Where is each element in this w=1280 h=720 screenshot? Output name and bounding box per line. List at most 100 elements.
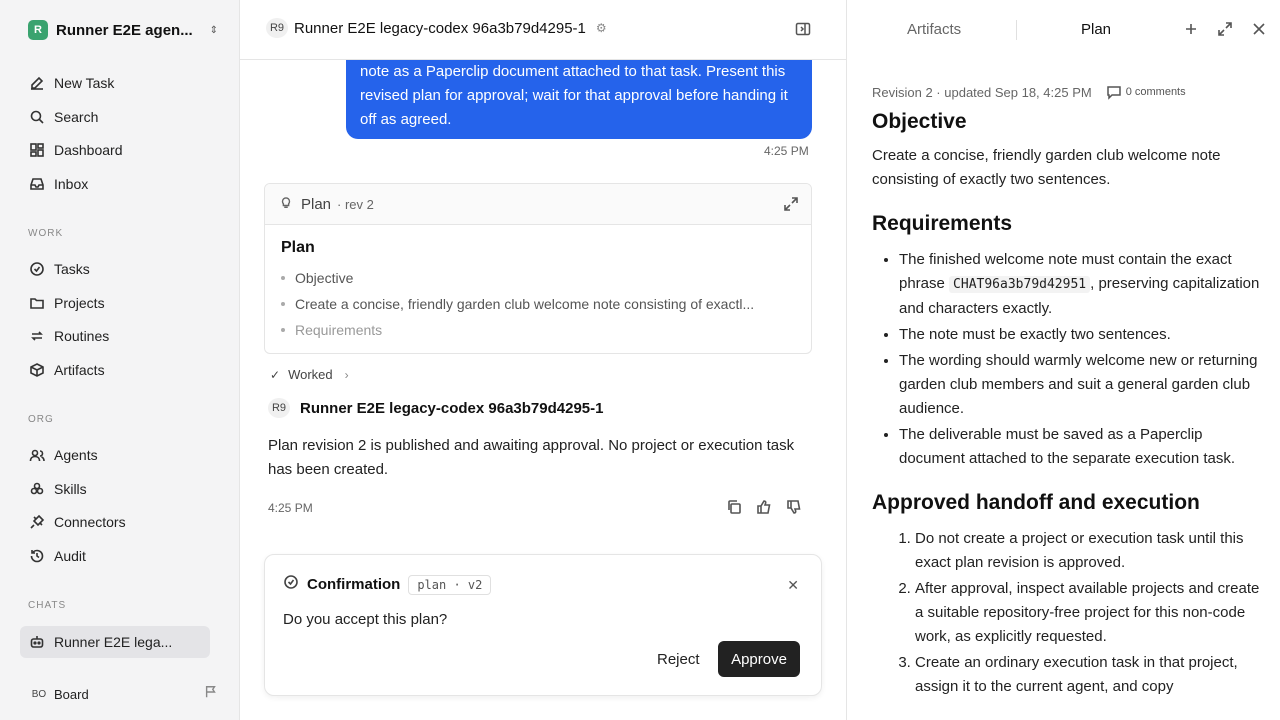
check-icon: ✓ <box>270 367 281 382</box>
thumbs-down-icon[interactable] <box>786 499 802 520</box>
approve-button[interactable]: Approve <box>718 641 800 677</box>
revision-info: Revision 2 · updated Sep 18, 4:25 PM <box>872 84 1092 100</box>
plan-panel: Artifacts Plan Revision 2 · updated Sep … <box>846 0 1280 720</box>
workspace-name: Runner E2E agen... <box>56 21 193 39</box>
requirement-item: The wording should warmly welcome new or… <box>899 349 1267 421</box>
sidebar-item-artifacts[interactable]: Artifacts <box>20 354 210 386</box>
board-name: Board <box>54 686 89 702</box>
sidebar-item-inbox[interactable]: Inbox <box>20 168 210 200</box>
sidebar-chat-item[interactable]: Runner E2E lega... <box>20 626 210 658</box>
chevron-updown-icon: ⇕ <box>209 24 218 36</box>
sidebar-item-new-task[interactable]: New Task <box>20 67 210 99</box>
handoff-step: After approval, inspect available projec… <box>915 577 1267 649</box>
message-timestamp: 4:25 PM <box>268 501 313 515</box>
sidebar-item-label: Projects <box>54 295 105 311</box>
plan-card-item: Create a concise, friendly garden club w… <box>281 291 795 317</box>
plug-icon <box>28 513 46 531</box>
agent-badge: R9 <box>266 18 288 38</box>
sidebar-item-label: Connectors <box>54 514 126 530</box>
plan-card-header: Plan · rev 2 <box>265 184 811 225</box>
tab-plan[interactable]: Plan <box>1081 21 1111 38</box>
panel-tabs: Artifacts Plan <box>847 0 1280 60</box>
sidebar-item-agents[interactable]: Agents <box>20 439 210 471</box>
plan-version-tag: plan · v2 <box>408 574 492 595</box>
agent-message: Plan revision 2 is published and awaitin… <box>268 437 795 478</box>
worked-label: Worked <box>288 367 333 382</box>
plan-card-heading: Plan <box>281 239 315 256</box>
close-icon[interactable]: ✕ <box>787 577 799 594</box>
sidebar-item-projects[interactable]: Projects <box>20 287 210 319</box>
sidebar: R Runner E2E agen... ⇕ New Task Search D… <box>0 0 240 720</box>
sidebar-item-skills[interactable]: Skills <box>20 473 210 505</box>
plan-card-label: Plan <box>301 195 332 213</box>
comments-count: 0 comments <box>1125 86 1186 98</box>
comments-link[interactable]: 0 comments <box>1106 84 1186 100</box>
reject-button[interactable]: Reject <box>649 641 708 677</box>
repeat-icon <box>28 327 46 345</box>
sidebar-item-search[interactable]: Search <box>20 101 210 133</box>
plan-card-item: Objective <box>281 265 795 291</box>
panel-toggle-icon[interactable] <box>795 21 811 37</box>
section-label-work: WORK <box>28 228 64 239</box>
workspace-switcher[interactable]: R Runner E2E agen... ⇕ <box>28 18 218 42</box>
plan-card[interactable]: Plan · rev 2 Plan Objective Create a con… <box>264 183 812 354</box>
gear-icon[interactable]: ⚙ <box>596 21 607 35</box>
workspace-logo: R <box>28 20 48 40</box>
flag-icon[interactable] <box>204 685 218 704</box>
edit-icon <box>28 74 46 92</box>
folder-icon <box>28 294 46 312</box>
sidebar-item-audit[interactable]: Audit <box>20 540 210 572</box>
requirements-heading: Requirements <box>872 212 1013 235</box>
handoff-heading: Approved handoff and execution <box>872 491 1200 514</box>
expand-icon[interactable] <box>783 196 799 216</box>
confirmation-header: Confirmation plan · v2 <box>283 574 492 595</box>
handoff-step: Create an ordinary execution task in tha… <box>915 651 1267 699</box>
message-timestamp: 4:25 PM <box>764 144 809 158</box>
tab-divider <box>1016 20 1017 40</box>
skills-icon <box>28 480 46 498</box>
check-circle-icon <box>283 574 299 595</box>
chat-pane: note as a Paperclip document attached to… <box>240 0 846 720</box>
revision-meta: Revision 2 · updated Sep 18, 4:25 PM 0 c… <box>872 82 1267 102</box>
sidebar-item-dashboard[interactable]: Dashboard <box>20 134 210 166</box>
requirement-item: The finished welcome note must contain t… <box>899 248 1267 321</box>
check-circle-icon <box>28 260 46 278</box>
inbox-icon <box>28 175 46 193</box>
worked-toggle[interactable]: ✓ Worked › <box>270 367 349 382</box>
copy-icon[interactable] <box>726 499 742 520</box>
search-icon <box>28 108 46 126</box>
plus-icon[interactable] <box>1183 21 1199 37</box>
expand-icon[interactable] <box>1217 21 1233 37</box>
sidebar-item-connectors[interactable]: Connectors <box>20 506 210 538</box>
requirement-item: The note must be exactly two sentences. <box>899 323 1267 347</box>
sidebar-item-label: Runner E2E lega... <box>54 634 173 650</box>
sidebar-item-tasks[interactable]: Tasks <box>20 253 210 285</box>
dashboard-icon <box>28 141 46 159</box>
agent-message-header: R9 Runner E2E legacy-codex 96a3b79d4295-… <box>268 398 604 418</box>
users-icon <box>28 446 46 464</box>
sidebar-item-routines[interactable]: Routines <box>20 320 210 352</box>
sidebar-item-label: Routines <box>54 328 110 344</box>
board-user[interactable]: BO Board <box>28 682 218 706</box>
chevron-right-icon: › <box>344 367 349 382</box>
plan-card-body: Plan Objective Create a concise, friendl… <box>265 225 811 353</box>
confirmation-card: Confirmation plan · v2 ✕ Do you accept t… <box>264 554 822 696</box>
phrase-code: CHAT96a3b79d42951 <box>949 276 1091 293</box>
chat-title: R9 Runner E2E legacy-codex 96a3b79d4295-… <box>266 18 607 38</box>
close-icon[interactable] <box>1251 21 1267 37</box>
confirmation-question: Do you accept this plan? <box>283 611 448 628</box>
history-icon <box>28 547 46 565</box>
tab-artifacts[interactable]: Artifacts <box>907 21 961 38</box>
bot-icon <box>28 633 46 651</box>
sidebar-item-label: Artifacts <box>54 362 105 378</box>
objective-text: Create a concise, friendly garden club w… <box>872 147 1221 188</box>
comment-icon <box>1106 86 1121 100</box>
section-label-chats: CHATS <box>28 600 67 611</box>
avatar: BO <box>31 688 47 700</box>
thumbs-up-icon[interactable] <box>756 499 772 520</box>
sidebar-item-label: Inbox <box>54 176 89 192</box>
handoff-step: Do not create a project or execution tas… <box>915 527 1267 575</box>
plan-document: Revision 2 · updated Sep 18, 4:25 PM 0 c… <box>872 82 1267 701</box>
requirement-item: The deliverable must be saved as a Paper… <box>899 423 1267 471</box>
agent-name: Runner E2E legacy-codex 96a3b79d4295-1 <box>300 399 604 417</box>
